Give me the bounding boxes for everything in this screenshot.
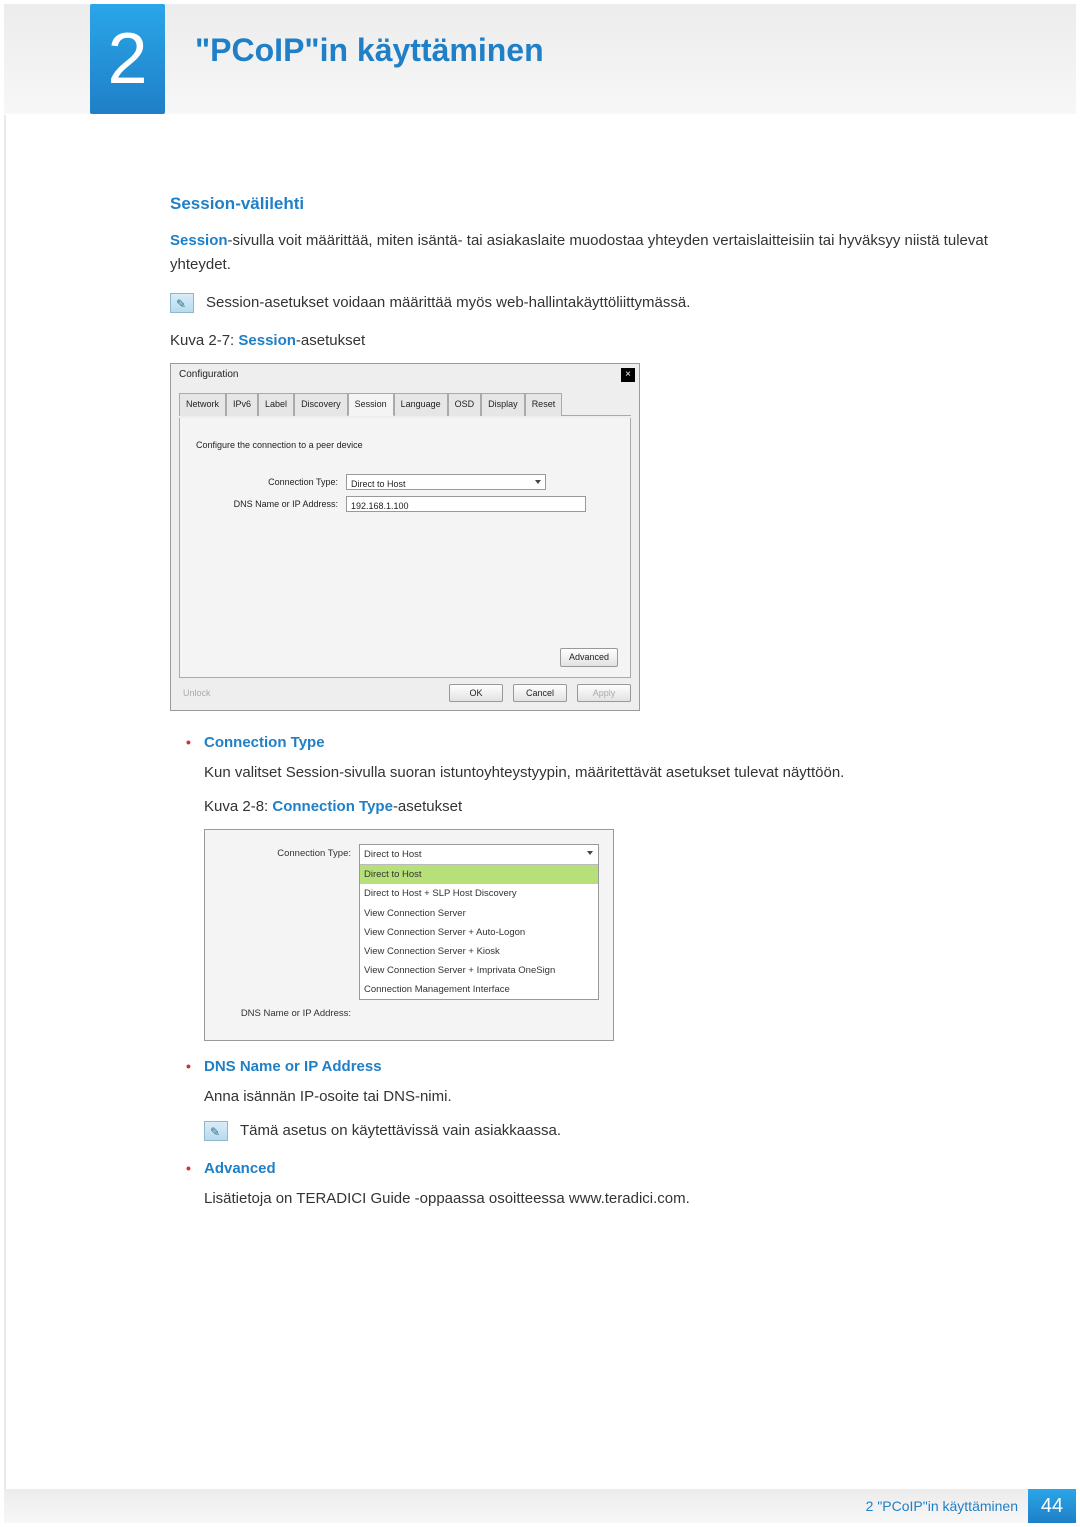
- bullet-advanced: Advanced: [204, 1157, 1020, 1181]
- dns-ip-input[interactable]: 192.168.1.100: [346, 496, 586, 512]
- label-dns-ip: DNS Name or IP Address:: [196, 497, 346, 511]
- connection-type-dropdown[interactable]: Direct to Host Direct to HostDirect to H…: [359, 844, 599, 1001]
- close-icon[interactable]: ×: [621, 368, 635, 382]
- dialog-title: Configuration: [179, 367, 238, 383]
- page-number: 44: [1028, 1489, 1076, 1523]
- intro-rest: -sivulla voit määrittää, miten isäntä- t…: [170, 232, 988, 273]
- figure-2-7-caption: Kuva 2-7: Session-asetukset: [170, 329, 1020, 353]
- note-text-2: Tämä asetus on käytettävissä vain asiakk…: [240, 1119, 561, 1143]
- note-icon: [170, 293, 194, 313]
- footer-chapter-ref: 2 "PCoIP"in käyttäminen: [866, 1498, 1018, 1514]
- fig27-name: Session: [238, 332, 296, 349]
- tab-network[interactable]: Network: [179, 393, 226, 415]
- ok-button[interactable]: OK: [449, 684, 503, 702]
- bullet-advanced-body: Lisätietoja on TERADICI Guide -oppaassa …: [204, 1187, 1020, 1211]
- note-icon: [204, 1121, 228, 1141]
- dropdown-option[interactable]: Direct to Host: [360, 865, 598, 884]
- dialog-tabs: NetworkIPv6LabelDiscoverySessionLanguage…: [179, 392, 631, 415]
- tab-session[interactable]: Session: [348, 393, 394, 415]
- decorative-side-strip: [4, 115, 16, 1489]
- connection-type-dropdown-figure: Connection Type: Direct to Host Direct t…: [204, 829, 614, 1041]
- dropdown-option[interactable]: View Connection Server + Imprivata OneSi…: [360, 961, 598, 980]
- cancel-button[interactable]: Cancel: [513, 684, 567, 702]
- tab-reset[interactable]: Reset: [525, 393, 563, 415]
- dropdown-selected[interactable]: Direct to Host: [360, 845, 598, 865]
- tab-discovery[interactable]: Discovery: [294, 393, 348, 415]
- tab-ipv6[interactable]: IPv6: [226, 393, 258, 415]
- section-heading: Session-välilehti: [170, 190, 1020, 217]
- fig27-prefix: Kuva 2-7:: [170, 332, 238, 349]
- dropdown-option[interactable]: Connection Management Interface: [360, 980, 598, 999]
- label-dns-ip-2: DNS Name or IP Address:: [219, 1004, 359, 1021]
- connection-type-select[interactable]: Direct to Host: [346, 474, 546, 490]
- label-connection-type-2: Connection Type:: [219, 844, 359, 861]
- label-connection-type: Connection Type:: [196, 475, 346, 489]
- intro-paragraph: Session-sivulla voit määrittää, miten is…: [170, 229, 1020, 277]
- apply-button[interactable]: Apply: [577, 684, 631, 702]
- chapter-title: "PCoIP"in käyttäminen: [195, 32, 544, 69]
- tab-language[interactable]: Language: [394, 393, 448, 415]
- tab-display[interactable]: Display: [481, 393, 525, 415]
- dropdown-option[interactable]: View Connection Server: [360, 904, 598, 923]
- unlock-button[interactable]: Unlock: [179, 686, 211, 700]
- advanced-button[interactable]: Advanced: [560, 648, 618, 666]
- tab-osd[interactable]: OSD: [448, 393, 482, 415]
- note-text-1: Session-asetukset voidaan määrittää myös…: [206, 291, 690, 315]
- configuration-dialog: Configuration × NetworkIPv6LabelDiscover…: [170, 363, 640, 711]
- fig28-prefix: Kuva 2-8:: [204, 798, 272, 815]
- dialog-instruction: Configure the connection to a peer devic…: [196, 438, 614, 452]
- dropdown-option[interactable]: Direct to Host + SLP Host Discovery: [360, 884, 598, 903]
- intro-strong: Session: [170, 232, 228, 249]
- fig28-suffix: -asetukset: [393, 798, 462, 815]
- dropdown-list[interactable]: Direct to HostDirect to Host + SLP Host …: [360, 865, 598, 999]
- fig27-suffix: -asetukset: [296, 332, 365, 349]
- fig28-name: Connection Type: [272, 798, 393, 815]
- chapter-number: 2: [90, 4, 165, 114]
- bullet-dns-body: Anna isännän IP-osoite tai DNS-nimi.: [204, 1085, 1020, 1109]
- bullet-dns: DNS Name or IP Address: [204, 1055, 1020, 1079]
- bullet-connection-type-body: Kun valitset Session-sivulla suoran istu…: [204, 761, 1020, 785]
- tab-label[interactable]: Label: [258, 393, 294, 415]
- bullet-connection-type: Connection Type: [204, 731, 1020, 755]
- dropdown-option[interactable]: View Connection Server + Kiosk: [360, 942, 598, 961]
- dropdown-option[interactable]: View Connection Server + Auto-Logon: [360, 923, 598, 942]
- figure-2-8-caption: Kuva 2-8: Connection Type-asetukset: [204, 795, 1020, 819]
